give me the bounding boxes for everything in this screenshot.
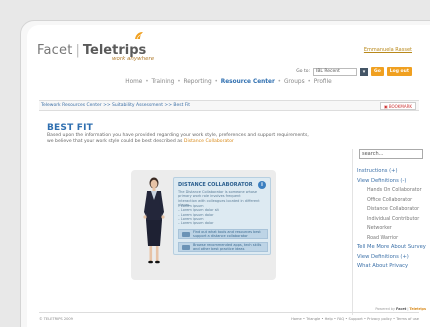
breadcrumb[interactable]: Telework Resources Center >> Suitability…	[41, 103, 190, 108]
dropdown-arrow-icon[interactable]: ▾	[360, 67, 368, 76]
logout-button[interactable]: Log out	[386, 67, 412, 76]
logo-facet: Facet	[37, 43, 73, 58]
card-panel: DISTANCE COLLABORATOR i The Distance Col…	[173, 177, 271, 255]
logo-mark-icon	[135, 32, 143, 40]
result-card: DISTANCE COLLABORATOR i The Distance Col…	[131, 170, 276, 280]
header: Facet | Teletrips work anywhere Emmanuela …	[27, 25, 430, 107]
powered-facet: Facet	[395, 307, 407, 311]
cta-tools-label: Find out what tools and resources best s…	[193, 230, 261, 238]
bookmark-button[interactable]: ▣ BOOKMARK	[380, 102, 416, 110]
logo-separator: |	[75, 43, 80, 58]
bookmark-icon: ▣	[384, 103, 388, 109]
go-button[interactable]: Go	[371, 67, 384, 76]
nav-separator: •	[277, 79, 282, 85]
goto-label: Go to:	[296, 69, 310, 74]
footer: © TELETRIPS 2009 Home • Triangle • Help …	[39, 312, 419, 322]
cta-apps-button[interactable]: Browse recommended apps, tech skills and…	[178, 242, 268, 252]
sidebar-item-survey[interactable]: Tell Me More About Survey	[357, 243, 429, 253]
account-link[interactable]: Emmanuela Rasset	[364, 47, 412, 53]
apps-icon	[182, 245, 190, 250]
list-item: Lorem ipsum dolor sit	[178, 208, 219, 212]
nav-separator: •	[214, 79, 218, 85]
nav-groups[interactable]: Groups	[284, 79, 305, 85]
person-image	[143, 177, 165, 264]
nav-home[interactable]: Home	[125, 79, 142, 85]
nav-resource-center[interactable]: Resource Center	[221, 79, 275, 85]
intro-body: Based upon the information you have prov…	[47, 133, 309, 144]
sidebar-item-individual-contributor[interactable]: Individual Contributor	[357, 215, 429, 225]
info-icon[interactable]: i	[258, 181, 266, 189]
sidebar-item-privacy[interactable]: What About Privacy	[357, 262, 429, 272]
logo[interactable]: Facet | Teletrips work anywhere	[37, 32, 154, 62]
powered-by: Powered by Facet | Teletrips	[375, 307, 426, 311]
bookmark-label: BOOKMARK	[388, 103, 412, 109]
card-bullets: Lorem ipsum Lorem ipsum dolor sit Lorem …	[178, 204, 219, 225]
card-title: DISTANCE COLLABORATOR	[178, 182, 253, 188]
sidebar-item-road-warrior[interactable]: Road Warrior	[357, 234, 429, 244]
powered-prefix: Powered by	[375, 307, 395, 311]
sidebar-item-networker[interactable]: Networker	[357, 224, 429, 234]
main-nav: Home • Training • Reporting • Resource C…	[27, 79, 430, 85]
sidebar-item-instructions[interactable]: Instructions (+)	[357, 167, 429, 177]
footer-links[interactable]: Home • Triangle • Help • FAQ • Support •…	[291, 317, 419, 321]
intro-text: Based upon the information you have prov…	[47, 133, 312, 144]
powered-teletrips: Teletrips	[409, 307, 426, 311]
cta-apps-label: Browse recommended apps, tech skills and…	[193, 243, 262, 251]
main-content: BEST FIT Based upon the information you …	[39, 115, 426, 315]
powered-separator: |	[407, 307, 409, 311]
page: Facet | Teletrips work anywhere Emmanuela …	[27, 25, 430, 327]
goto-select[interactable]: IBL Recent	[313, 67, 357, 76]
sidebar-item-distance-collaborator[interactable]: Distance Collaborator	[357, 205, 429, 215]
search-input[interactable]: search...	[359, 149, 423, 159]
sidebar-item-view-definitions-2[interactable]: View Definitions (+)	[357, 253, 429, 263]
tools-icon	[182, 232, 190, 237]
sidebar-item-view-definitions[interactable]: View Definitions (-)	[357, 177, 429, 187]
list-item: Lorem ipsum dolor	[178, 221, 219, 225]
goto-bar: Go to: IBL Recent ▾ Go Log out	[296, 67, 412, 76]
sidebar-item-office-collaborator[interactable]: Office Collaborator	[357, 196, 429, 206]
sidebar-links: Instructions (+) View Definitions (-) Ha…	[357, 167, 429, 272]
nav-profile[interactable]: Profile	[314, 79, 332, 85]
logo-tagline: work anywhere	[112, 56, 155, 62]
nav-separator: •	[177, 79, 181, 85]
breadcrumb-bar: Telework Resources Center >> Suitability…	[39, 100, 419, 111]
nav-separator: •	[307, 79, 311, 85]
sidebar-item-hands-on-collaborator[interactable]: Hands On Collaborator	[357, 186, 429, 196]
page-title: BEST FIT	[47, 123, 93, 133]
nav-separator: •	[145, 79, 149, 85]
nav-training[interactable]: Training	[151, 79, 174, 85]
cta-tools-button[interactable]: Find out what tools and resources best s…	[178, 229, 268, 239]
nav-reporting[interactable]: Reporting	[183, 79, 211, 85]
copyright: © TELETRIPS 2009	[39, 317, 73, 321]
intro-highlight: Distance Collaborator	[183, 138, 234, 144]
sidebar: search... Instructions (+) View Definiti…	[352, 149, 428, 315]
